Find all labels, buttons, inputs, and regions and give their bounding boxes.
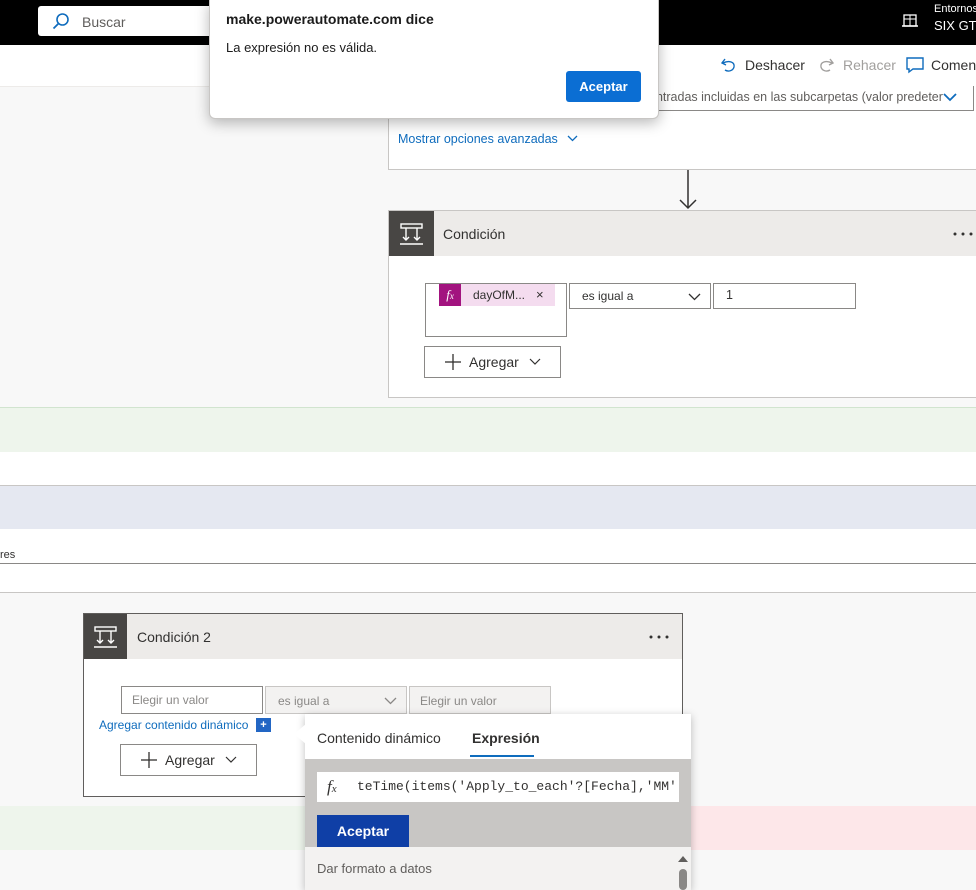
- search-icon: [52, 13, 69, 30]
- expression-token[interactable]: fx dayOfM... ×: [439, 284, 555, 306]
- expression-input[interactable]: fx teTime(items('Apply_to_each'?[Fecha],…: [317, 772, 679, 802]
- left-placeholder: Elegir un valor: [132, 693, 209, 707]
- operator-value: es igual a: [278, 694, 330, 708]
- clipped-label: res: [0, 549, 16, 561]
- redo-label: Rehacer: [843, 57, 896, 73]
- condition-2-action-icon: [84, 614, 127, 659]
- dialog-title: make.powerautomate.com dice: [226, 11, 434, 27]
- condition-title: Condición: [443, 226, 506, 242]
- condition-2-left-input[interactable]: Elegir un valor: [121, 686, 263, 714]
- dynamic-content-label: Agregar contenido dinámico: [99, 718, 249, 732]
- dialog-ok-button[interactable]: Aceptar: [566, 71, 641, 102]
- add-label: Agregar: [469, 354, 519, 370]
- condition-icon: [400, 223, 423, 245]
- condition-value: 1: [726, 288, 733, 302]
- plus-icon: [141, 752, 157, 768]
- loop-band: [0, 485, 976, 530]
- dialog-message: La expresión no es válida.: [226, 40, 378, 55]
- chevron-down-icon: [384, 697, 397, 705]
- search-placeholder: Buscar: [82, 14, 126, 30]
- comment-icon: [906, 57, 924, 74]
- condition-icon: [94, 626, 117, 648]
- condition-action-icon: [389, 211, 434, 256]
- undo-icon: [721, 58, 735, 72]
- condition-operator-dropdown[interactable]: es igual a: [569, 283, 711, 309]
- environment-icon: [902, 14, 918, 27]
- comments-button[interactable]: Comen: [906, 57, 976, 75]
- search-box[interactable]: Buscar: [38, 6, 228, 36]
- subfolder-dropdown-value: entradas incluidas en las subcarpetas (v…: [649, 90, 943, 104]
- chevron-down-icon: [688, 293, 701, 301]
- remove-token-icon[interactable]: ×: [536, 287, 544, 302]
- more-options-icon[interactable]: [953, 232, 976, 236]
- operator-value: es igual a: [582, 289, 634, 303]
- comments-label: Comen: [931, 57, 976, 73]
- show-advanced-label: Mostrar opciones avanzadas: [398, 132, 558, 146]
- active-tab-indicator: [470, 755, 534, 757]
- right-placeholder: Elegir un valor: [420, 694, 497, 708]
- fx-icon: fx: [327, 777, 337, 796]
- add-label: Agregar: [165, 752, 215, 768]
- yes-branch-band: [0, 407, 976, 453]
- expression-text: teTime(items('Apply_to_each'?[Fecha],'MM…: [357, 779, 677, 794]
- tab-expression[interactable]: Expresión: [472, 730, 540, 746]
- expression-ok-button[interactable]: Aceptar: [317, 815, 409, 847]
- chevron-down-icon: [529, 358, 541, 365]
- show-advanced-options-link[interactable]: Mostrar opciones avanzadas: [398, 132, 578, 146]
- panel-pointer: [294, 724, 306, 744]
- environment-name[interactable]: SIX GTS: [934, 18, 976, 33]
- redo-button[interactable]: Rehacer: [818, 57, 898, 75]
- chevron-down-icon: [225, 756, 237, 763]
- add-button[interactable]: Agregar: [424, 346, 561, 378]
- environments-label: Entornos: [934, 3, 976, 15]
- tab-dynamic-content[interactable]: Contenido dinámico: [317, 730, 441, 746]
- condition-2-title: Condición 2: [137, 629, 211, 645]
- token-label: dayOfM...: [473, 288, 526, 302]
- undo-button[interactable]: Deshacer: [721, 57, 811, 75]
- plus-icon: [445, 354, 461, 370]
- format-data-section[interactable]: Dar formato a datos: [317, 861, 432, 876]
- add-button-2[interactable]: Agregar: [120, 744, 257, 776]
- connector-arrow-icon: [679, 170, 697, 210]
- scrollbar-thumb[interactable]: [679, 869, 687, 890]
- redo-icon: [820, 58, 834, 72]
- chevron-down-icon: [943, 93, 957, 102]
- undo-label: Deshacer: [745, 57, 805, 73]
- divider-band: [0, 452, 976, 485]
- loop-body-row: [0, 564, 976, 593]
- no-branch-band-2: [690, 806, 976, 850]
- function-list: Dar formato a datos: [305, 847, 691, 890]
- condition-2-right-input[interactable]: Elegir un valor: [409, 686, 551, 714]
- add-dynamic-content-icon[interactable]: +: [256, 718, 271, 732]
- fx-icon: fx: [439, 284, 461, 306]
- loop-field-row: res: [0, 529, 976, 564]
- condition-2-operator-dropdown[interactable]: es igual a: [265, 686, 407, 714]
- scroll-up-icon[interactable]: [678, 855, 688, 862]
- add-dynamic-content-link[interactable]: Agregar contenido dinámico: [99, 718, 248, 732]
- more-options-icon[interactable]: [649, 635, 672, 639]
- subfolder-dropdown[interactable]: entradas incluidas en las subcarpetas (v…: [640, 86, 974, 111]
- condition-value-input[interactable]: 1: [713, 283, 856, 309]
- chevron-down-icon: [567, 135, 578, 142]
